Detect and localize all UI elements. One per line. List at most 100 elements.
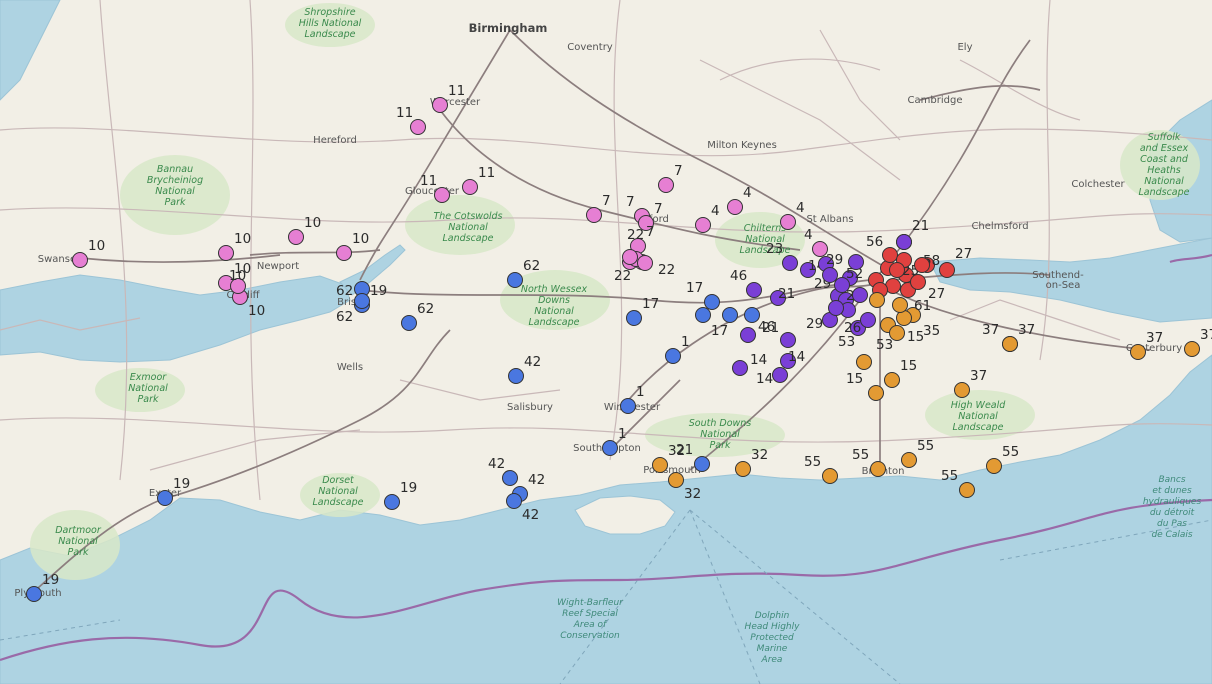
marker-label: 62 (336, 309, 353, 325)
marker-label: 21 (778, 286, 795, 302)
marker-orange[interactable] (652, 457, 668, 473)
marker-label: 22 (614, 268, 631, 284)
marker-blue[interactable] (502, 470, 518, 486)
marker-label: 10 (88, 238, 105, 254)
marker-orange[interactable] (959, 482, 975, 498)
marker-label: 19 (370, 283, 387, 299)
marker-violet[interactable] (828, 300, 844, 316)
marker-red[interactable] (939, 262, 955, 278)
marker-violet[interactable] (746, 282, 762, 298)
marker-blue[interactable] (508, 368, 524, 384)
marker-label: 27 (955, 246, 972, 262)
marker-pink[interactable] (780, 214, 796, 230)
marker-label: 4 (711, 203, 720, 219)
marker-pink[interactable] (432, 97, 448, 113)
marker-orange[interactable] (735, 461, 751, 477)
place-label: Birmingham (469, 21, 548, 35)
marker-label: 17 (642, 296, 659, 312)
marker-orange[interactable] (870, 461, 886, 477)
marker-blue[interactable] (354, 293, 370, 309)
marker-blue[interactable] (722, 307, 738, 323)
marker-violet[interactable] (848, 254, 864, 270)
marker-blue[interactable] (157, 490, 173, 506)
marker-blue[interactable] (506, 493, 522, 509)
marker-violet[interactable] (834, 277, 850, 293)
marker-label: 4 (743, 185, 752, 201)
marker-orange[interactable] (884, 372, 900, 388)
place-label: Colchester (1071, 179, 1125, 190)
marker-blue[interactable] (704, 294, 720, 310)
marker-pink[interactable] (622, 249, 638, 265)
marker-label: 37 (1146, 330, 1163, 346)
marker-orange[interactable] (1130, 344, 1146, 360)
marker-orange[interactable] (1184, 341, 1200, 357)
marker-red[interactable] (914, 257, 930, 273)
marker-label: 62 (336, 283, 353, 299)
marker-pink[interactable] (72, 252, 88, 268)
marker-violet[interactable] (896, 234, 912, 250)
marker-violet[interactable] (780, 332, 796, 348)
marker-blue[interactable] (602, 440, 618, 456)
marker-blue[interactable] (620, 398, 636, 414)
marker-pink[interactable] (462, 179, 478, 195)
marker-pink[interactable] (727, 199, 743, 215)
marker-orange[interactable] (954, 382, 970, 398)
marker-red[interactable] (910, 274, 926, 290)
marker-label: 21 (912, 218, 929, 234)
marker-orange[interactable] (869, 292, 885, 308)
marker-label: 10 (234, 231, 251, 247)
marker-pink[interactable] (218, 245, 234, 261)
marker-blue[interactable] (626, 310, 642, 326)
marker-orange[interactable] (1002, 336, 1018, 352)
marker-label: 37 (1018, 322, 1035, 338)
marker-orange[interactable] (892, 297, 908, 313)
map-canvas[interactable]: Shropshire Hills National LandscapeBannau B… (0, 0, 1212, 684)
marker-label: 53 (876, 337, 893, 353)
marker-blue[interactable] (694, 456, 710, 472)
marker-blue[interactable] (384, 494, 400, 510)
marker-violet[interactable] (772, 367, 788, 383)
marker-violet[interactable] (852, 287, 868, 303)
marker-pink[interactable] (288, 229, 304, 245)
marker-orange[interactable] (868, 385, 884, 401)
marker-violet[interactable] (860, 312, 876, 328)
marker-label: 22 (627, 227, 644, 243)
marker-pink[interactable] (410, 119, 426, 135)
marker-label: 61 (914, 298, 931, 314)
place-label: Cambridge (908, 95, 963, 106)
marker-orange[interactable] (901, 452, 917, 468)
marker-label: 7 (654, 201, 663, 217)
marker-orange[interactable] (856, 354, 872, 370)
marker-label: 35 (923, 323, 940, 339)
marker-label: 55 (917, 438, 934, 454)
marker-orange[interactable] (822, 468, 838, 484)
marker-pink[interactable] (586, 207, 602, 223)
marker-orange[interactable] (986, 458, 1002, 474)
marker-label: 17 (711, 323, 728, 339)
place-label: Salisbury (507, 402, 553, 413)
place-label: St Albans (806, 214, 853, 225)
marker-blue[interactable] (26, 586, 42, 602)
marker-red[interactable] (882, 247, 898, 263)
marker-pink[interactable] (637, 255, 653, 271)
marker-pink[interactable] (336, 245, 352, 261)
marker-blue[interactable] (401, 315, 417, 331)
marker-label: 62 (417, 301, 434, 317)
marker-red[interactable] (889, 262, 905, 278)
marker-label: 23 (766, 241, 783, 257)
marker-blue[interactable] (665, 348, 681, 364)
marker-blue[interactable] (695, 307, 711, 323)
marker-pink[interactable] (658, 177, 674, 193)
marker-orange[interactable] (668, 472, 684, 488)
marker-label: 37 (982, 322, 999, 338)
marker-label: 11 (420, 173, 437, 189)
marker-violet[interactable] (782, 255, 798, 271)
marker-orange[interactable] (889, 325, 905, 341)
marker-violet[interactable] (732, 360, 748, 376)
marker-pink[interactable] (434, 187, 450, 203)
marker-violet[interactable] (822, 267, 838, 283)
marker-label: 15 (900, 358, 917, 374)
marker-blue[interactable] (507, 272, 523, 288)
marker-violet[interactable] (740, 327, 756, 343)
marker-pink[interactable] (695, 217, 711, 233)
